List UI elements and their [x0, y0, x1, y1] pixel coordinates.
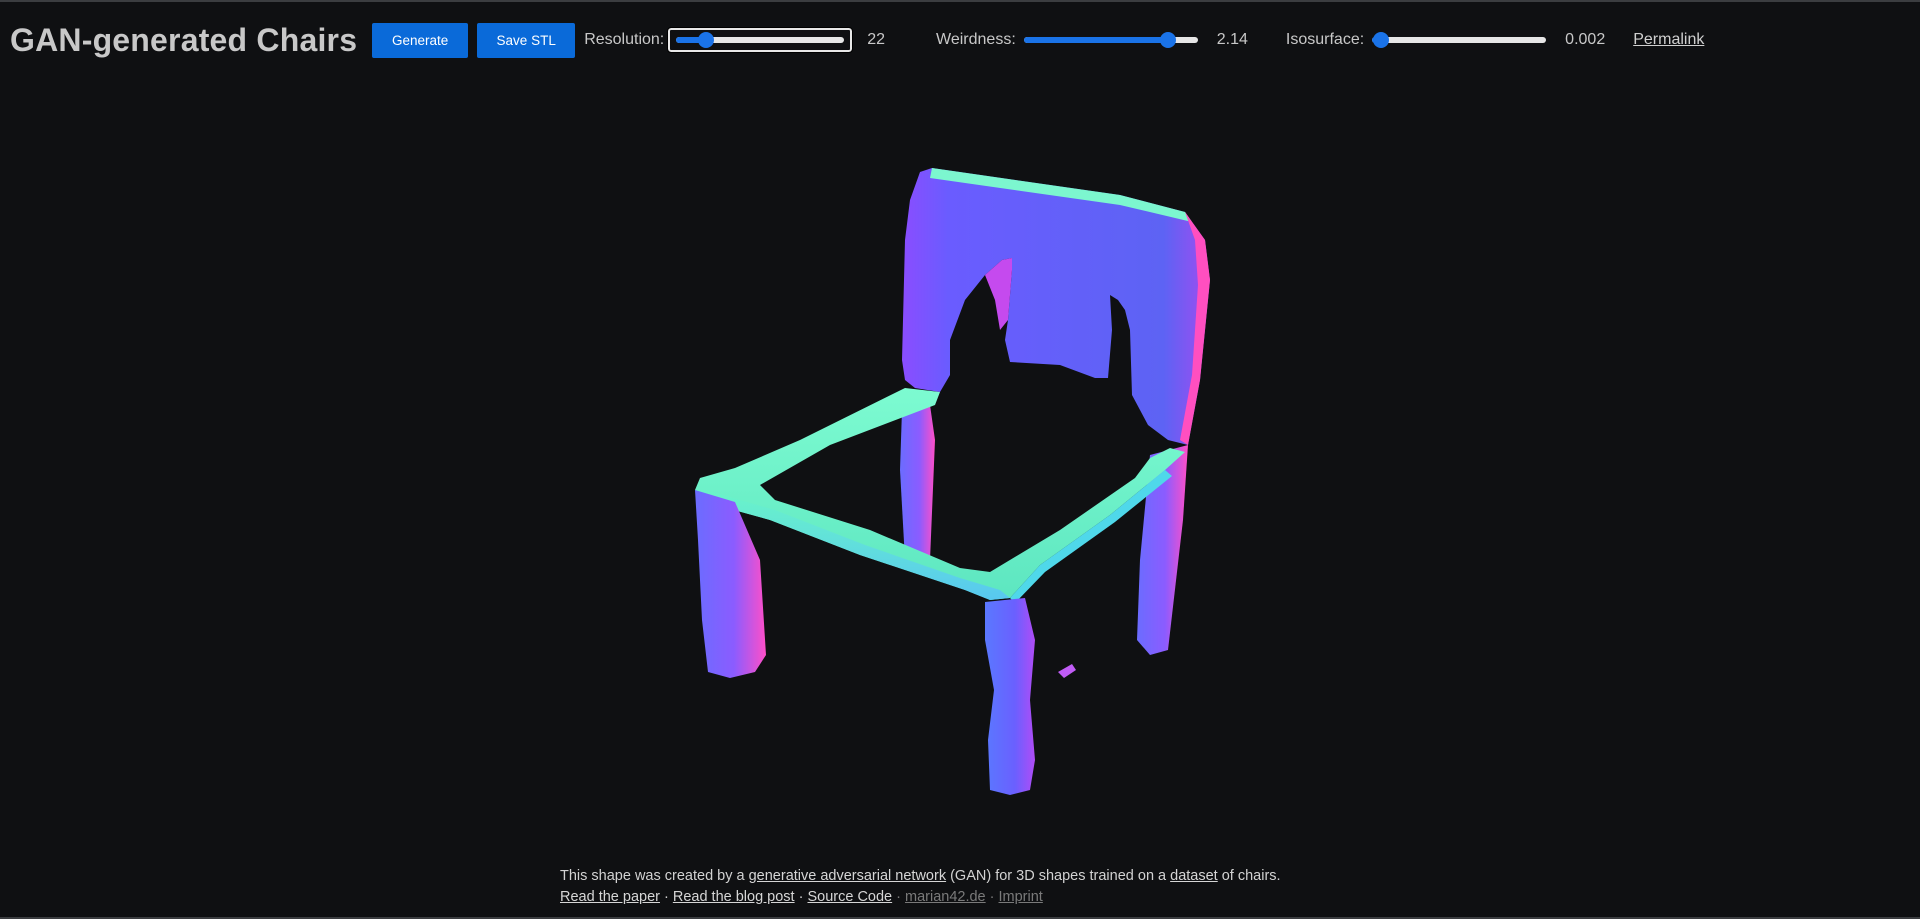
chair-model — [695, 168, 1210, 795]
page-title: GAN-generated Chairs — [10, 21, 358, 58]
separator: · — [985, 889, 999, 905]
footer: This shape was created by a generative a… — [560, 866, 1281, 908]
toolbar: GAN-generated Chairs Generate Save STL R… — [10, 18, 1704, 62]
save-stl-button[interactable]: Save STL — [477, 22, 576, 58]
separator: · — [659, 889, 673, 905]
footer-links: Read the paper · Read the blog post · So… — [560, 887, 1281, 908]
weirdness-thumb[interactable] — [1160, 32, 1177, 48]
read-paper-link[interactable]: Read the paper — [560, 889, 660, 905]
weirdness-fill — [1023, 37, 1169, 43]
weirdness-value: 2.14 — [1216, 31, 1248, 48]
chair-front-left-leg — [695, 490, 766, 678]
isosurface-track — [1372, 37, 1547, 43]
gan-link[interactable]: generative adversarial network — [749, 868, 946, 884]
isosurface-slider[interactable] — [1368, 31, 1550, 49]
resolution-value: 22 — [867, 31, 886, 48]
chair-back-left-leg — [900, 405, 935, 562]
blog-post-link[interactable]: Read the blog post — [673, 889, 795, 905]
footer-text: This shape was created by a — [560, 868, 749, 884]
footer-description: This shape was created by a generative a… — [560, 866, 1281, 887]
resolution-label: Resolution: — [584, 31, 665, 48]
isosurface-thumb[interactable] — [1372, 32, 1389, 48]
generate-button[interactable]: Generate — [372, 22, 469, 58]
site-link[interactable]: marian42.de — [905, 889, 986, 905]
chair-seat-frame — [695, 388, 1185, 600]
imprint-link[interactable]: Imprint — [999, 889, 1043, 905]
weirdness-label: Weirdness: — [936, 31, 1016, 48]
separator: · — [892, 889, 906, 905]
isosurface-label: Isosurface: — [1285, 31, 1365, 48]
weirdness-slider[interactable] — [1020, 31, 1202, 49]
chair-mesh-fragment — [1058, 664, 1076, 678]
source-code-link[interactable]: Source Code — [807, 889, 892, 905]
top-border — [0, 0, 1920, 2]
permalink-link[interactable]: Permalink — [1633, 31, 1704, 49]
resolution-slider[interactable] — [672, 31, 848, 49]
resolution-thumb[interactable] — [698, 32, 715, 48]
dataset-link[interactable]: dataset — [1170, 868, 1218, 884]
chair-3d-viewport[interactable] — [0, 70, 1920, 860]
isosurface-value: 0.002 — [1565, 31, 1606, 48]
footer-text: of chairs. — [1217, 868, 1281, 884]
chair-front-right-leg — [985, 598, 1035, 795]
footer-text: (GAN) for 3D shapes trained on a — [946, 868, 1171, 884]
separator: · — [794, 889, 808, 905]
resolution-slider-frame — [667, 27, 854, 53]
